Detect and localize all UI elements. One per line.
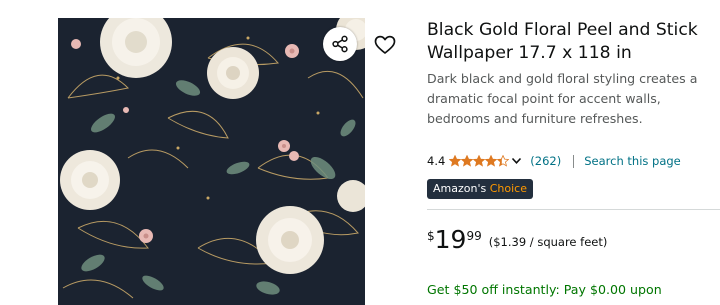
product-title: Black Gold Floral Peel and Stick Wallpap… <box>427 20 698 63</box>
price-whole: 19 <box>434 225 467 254</box>
star-icon <box>449 155 462 167</box>
price: $ 19 99 ($1.39 / square feet) <box>427 226 607 256</box>
share-icon <box>331 35 349 53</box>
star-icon <box>473 155 486 167</box>
section-divider <box>427 209 720 210</box>
star-icon <box>461 155 474 167</box>
star-rating[interactable] <box>449 155 510 167</box>
rating-row: 4.4 (262) Search this page <box>427 152 681 170</box>
product-image[interactable] <box>58 18 365 305</box>
price-fraction: 99 <box>466 229 482 243</box>
heart-icon <box>374 35 396 55</box>
divider <box>573 154 575 168</box>
star-icon <box>497 155 510 167</box>
badge-prefix: Amazon's <box>433 182 487 195</box>
product-description: Dark black and gold floral styling creat… <box>427 71 698 126</box>
unit-price: ($1.39 / square feet) <box>488 235 608 249</box>
review-count-link[interactable]: (262) <box>530 154 561 168</box>
star-icon <box>485 155 498 167</box>
rating-value: 4.4 <box>427 154 446 168</box>
promo-offer[interactable]: Get $50 off instantly: Pay $0.00 upon <box>427 282 662 297</box>
badge-suffix: Choice <box>489 182 527 195</box>
amazons-choice-badge[interactable]: Amazon's Choice <box>427 179 533 199</box>
search-this-page-link[interactable]: Search this page <box>584 154 681 168</box>
chevron-down-icon[interactable] <box>511 157 522 165</box>
favorite-button[interactable] <box>368 28 402 62</box>
share-button[interactable] <box>323 27 357 61</box>
price-symbol: $ <box>427 229 435 243</box>
